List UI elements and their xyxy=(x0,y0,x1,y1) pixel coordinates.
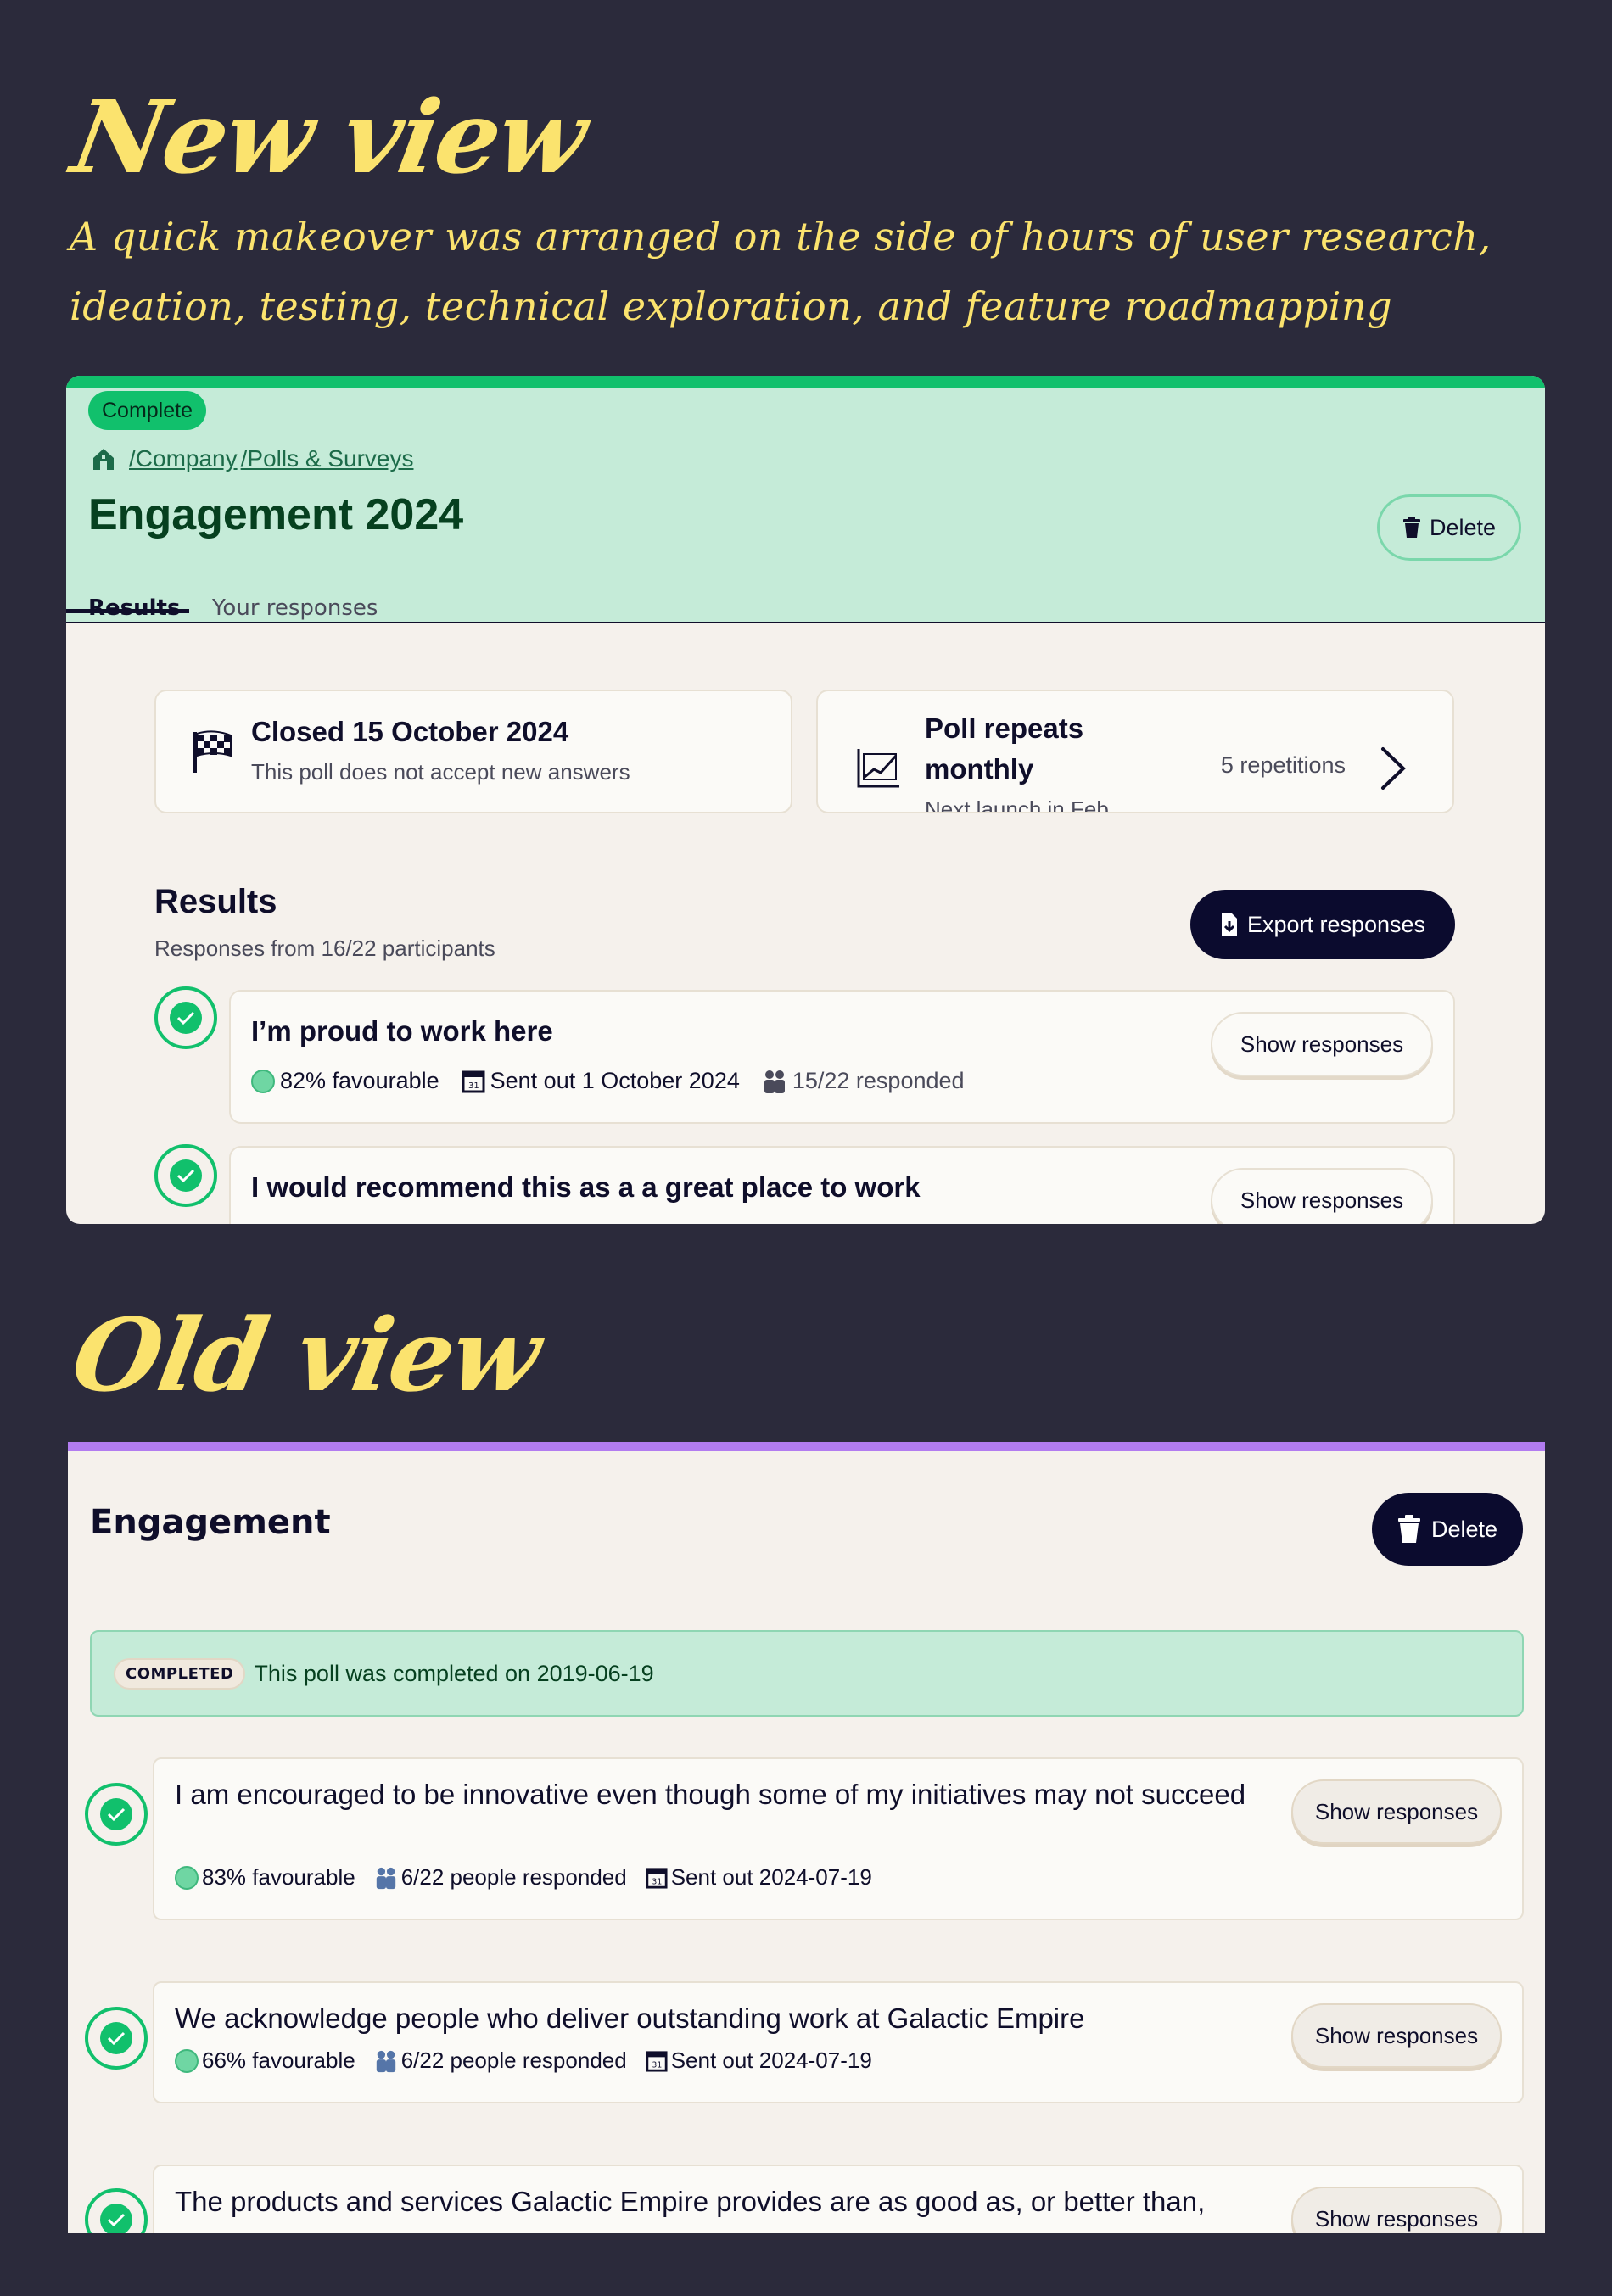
favourable-score: 83% favourable xyxy=(202,1864,355,1890)
question-card: We acknowledge people who deliver outsta… xyxy=(153,1981,1524,2103)
page-title: Engagement 2024 xyxy=(88,490,464,539)
question-card: The products and services Galactic Empir… xyxy=(153,2165,1524,2233)
svg-text:31: 31 xyxy=(468,1081,479,1091)
results-heading: Results xyxy=(154,883,277,920)
calendar-icon: 31 xyxy=(462,1070,485,1092)
show-responses-button[interactable]: Show responses xyxy=(1291,1779,1502,1844)
delete-button[interactable]: Delete xyxy=(1372,1493,1523,1566)
delete-button[interactable]: Delete xyxy=(1377,494,1521,561)
favourable-score: 82% favourable xyxy=(280,1068,439,1093)
question-meta: 83% favourable 6/22 people responded 31 … xyxy=(175,1864,872,1891)
trash-icon xyxy=(1402,517,1420,538)
repeat-next-launch: Next launch in Feb... xyxy=(925,796,1128,813)
smiley-icon xyxy=(175,2048,199,2073)
export-responses-button[interactable]: Export responses xyxy=(1190,890,1455,959)
trash-icon xyxy=(1397,1515,1420,1543)
new-view-heading: New view xyxy=(64,78,594,196)
repeat-title-line1: Poll repeats xyxy=(925,712,1084,744)
active-tab-underline xyxy=(66,609,189,613)
repetitions-count: 5 repetitions xyxy=(1220,752,1346,778)
repeat-title-line2: monthly xyxy=(925,753,1034,785)
check-circle-icon xyxy=(154,1144,217,1207)
show-responses-button[interactable]: Show responses xyxy=(1211,1168,1433,1224)
question-text: I am encouraged to be innovative even th… xyxy=(175,1779,1246,1810)
breadcrumb-polls-link[interactable]: /Polls & Surveys xyxy=(241,445,414,472)
breadcrumb-company-link[interactable]: /Company xyxy=(129,445,238,472)
poll-repeat-card[interactable]: Poll repeats monthly Next launch in Feb.… xyxy=(816,690,1454,813)
check-circle-icon xyxy=(154,986,217,1049)
question-text: We acknowledge people who deliver outsta… xyxy=(175,2003,1085,2034)
chart-icon xyxy=(857,749,899,788)
question-meta: 82% favourable 31 Sent out 1 October 202… xyxy=(251,1068,965,1094)
checkered-flag-icon xyxy=(193,730,232,773)
question-text: I’m proud to work here xyxy=(251,1015,553,1047)
old-view-card: Engagement Delete COMPLETED This poll wa… xyxy=(68,1442,1545,2233)
new-view-card: Complete /Company /Polls & Surveys Engag… xyxy=(66,376,1545,1224)
old-view-heading: Old view xyxy=(64,1296,548,1414)
people-icon xyxy=(376,2050,395,2072)
chevron-right-icon[interactable] xyxy=(1376,746,1410,791)
closed-subtitle: This poll does not accept new answers xyxy=(251,759,630,785)
sent-date: Sent out 2024-07-19 xyxy=(670,2047,872,2073)
question-card: I’m proud to work here 82% favourable 31… xyxy=(229,990,1455,1124)
export-label: Export responses xyxy=(1246,911,1426,937)
check-circle-icon xyxy=(85,1783,148,1846)
calendar-icon: 31 xyxy=(646,2050,668,2072)
svg-text:31: 31 xyxy=(652,1877,662,1886)
people-icon xyxy=(764,1070,785,1093)
smiley-icon xyxy=(251,1069,275,1093)
delete-label: Delete xyxy=(1429,514,1497,540)
green-top-bar xyxy=(66,376,1545,388)
closed-status-card: Closed 15 October 2024 This poll does no… xyxy=(154,690,792,813)
people-icon xyxy=(376,1867,395,1889)
responded-count: 6/22 people responded xyxy=(400,1864,627,1890)
check-circle-icon xyxy=(85,2007,148,2070)
responded-count: 6/22 people responded xyxy=(400,2047,627,2073)
responded-count: 15/22 responded xyxy=(792,1068,965,1093)
completed-text: This poll was completed on 2019-06-19 xyxy=(254,1660,654,1686)
closed-title: Closed 15 October 2024 xyxy=(251,716,569,747)
makeover-subtitle: A quick makeover was arranged on the sid… xyxy=(70,214,1492,329)
results-subtitle: Responses from 16/22 participants xyxy=(154,936,495,961)
question-text: I would recommend this as a a great plac… xyxy=(251,1171,921,1203)
question-card: I would recommend this as a a great plac… xyxy=(229,1146,1455,1224)
tab-bar: Results Your responses xyxy=(66,583,1545,635)
question-text: The products and services Galactic Empir… xyxy=(175,2186,1206,2217)
favourable-score: 66% favourable xyxy=(202,2047,355,2073)
sent-date: Sent out 1 October 2024 xyxy=(490,1068,740,1093)
question-meta: 66% favourable 6/22 people responded 31 … xyxy=(175,2047,872,2074)
completed-banner: COMPLETED This poll was completed on 201… xyxy=(90,1630,1524,1717)
sent-date: Sent out 2024-07-19 xyxy=(670,1864,872,1890)
calendar-icon: 31 xyxy=(646,1867,668,1889)
show-responses-button[interactable]: Show responses xyxy=(1291,2003,1502,2068)
breadcrumb: /Company /Polls & Surveys xyxy=(90,445,413,472)
svg-text:31: 31 xyxy=(652,2060,662,2070)
page-title: Engagement xyxy=(90,1503,331,1542)
download-file-icon xyxy=(1221,913,1237,936)
completed-pill: COMPLETED xyxy=(114,1657,246,1690)
question-card: I am encouraged to be innovative even th… xyxy=(153,1757,1524,1920)
show-responses-button[interactable]: Show responses xyxy=(1211,1012,1433,1076)
home-icon[interactable] xyxy=(90,445,117,472)
tab-your-responses[interactable]: Your responses xyxy=(212,583,378,635)
delete-label: Delete xyxy=(1430,1516,1498,1542)
check-circle-icon xyxy=(85,2188,148,2233)
purple-top-bar xyxy=(68,1442,1545,1451)
status-badge: Complete xyxy=(88,391,206,430)
show-responses-button[interactable]: Show responses xyxy=(1291,2187,1502,2233)
smiley-icon xyxy=(175,1865,199,1890)
